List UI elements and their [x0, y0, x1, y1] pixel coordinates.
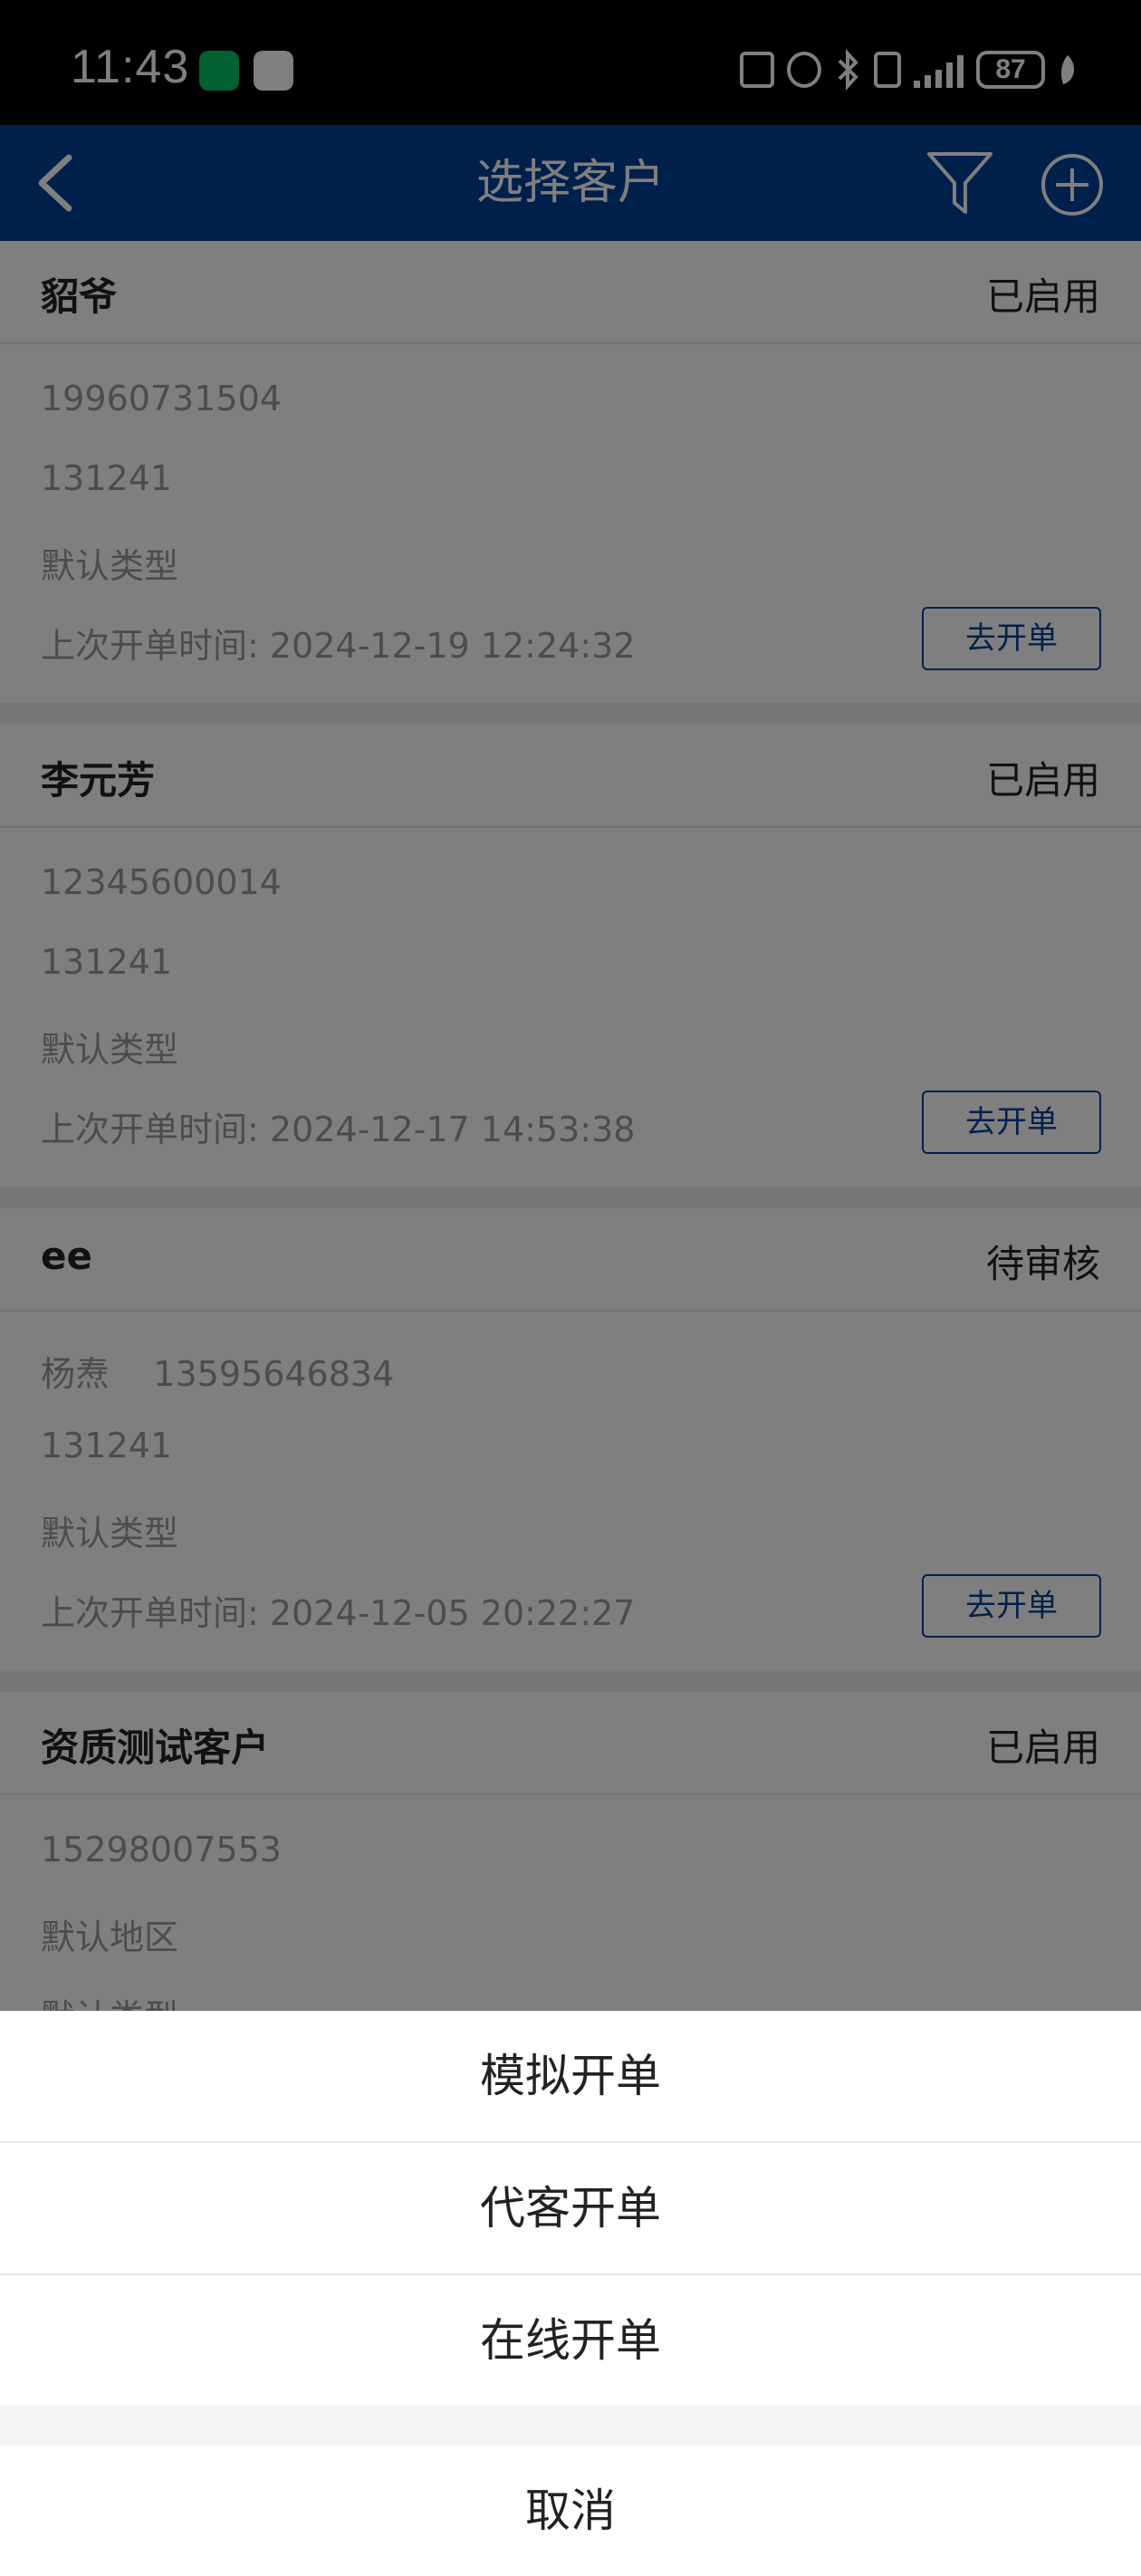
action-sheet: 模拟开单 代客开单 在线开单 取消: [0, 2011, 1141, 2576]
simulate-order-option[interactable]: 模拟开单: [0, 2011, 1141, 2141]
cancel-button[interactable]: 取消: [0, 2446, 1141, 2576]
proxy-order-option[interactable]: 代客开单: [0, 2143, 1141, 2273]
online-order-option[interactable]: 在线开单: [0, 2275, 1141, 2406]
